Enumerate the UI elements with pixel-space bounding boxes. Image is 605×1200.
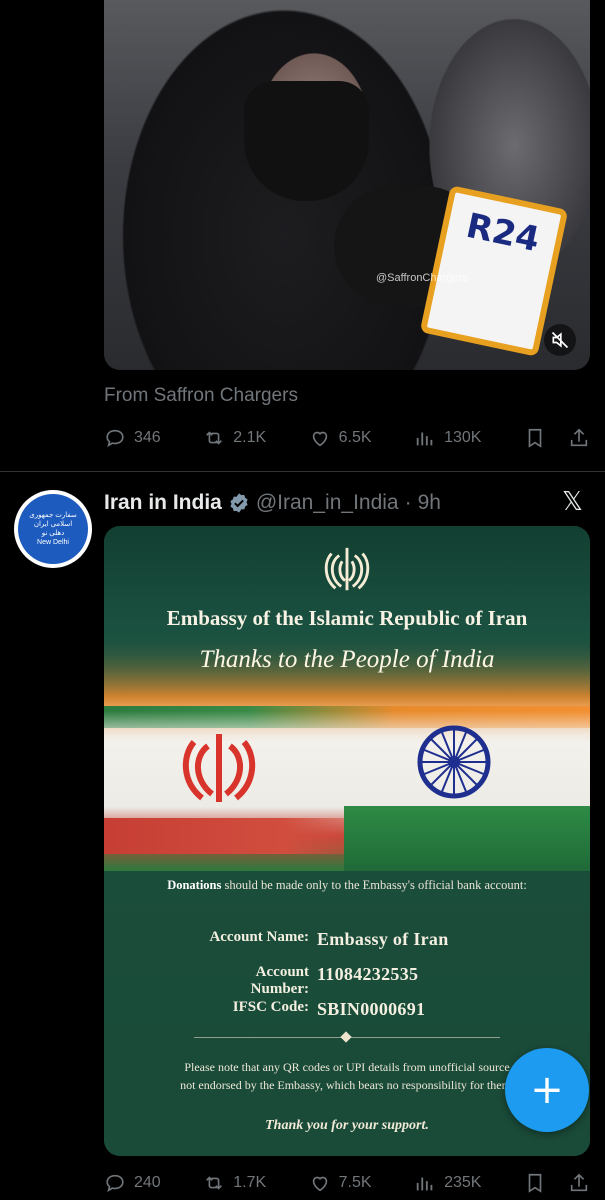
repost-button[interactable]: 1.7K [203, 1172, 266, 1194]
like-button[interactable]: 6.5K [309, 427, 372, 449]
account-number-row: Account Number: 11084232535 [104, 964, 590, 998]
iran-flag-emblem-icon [182, 734, 256, 802]
view-count: 235K [444, 1174, 482, 1191]
ashoka-chakra-icon [417, 725, 491, 799]
dot-separator: · [404, 491, 412, 514]
video-watermark: @SaffronChargers [376, 272, 468, 284]
reply-count: 240 [134, 1174, 161, 1191]
tweet2-action-bar: 240 1.7K 7.5K 235K [104, 1168, 590, 1198]
bookmark-button[interactable] [524, 1172, 546, 1194]
video-subject [244, 81, 369, 201]
plus-icon: + [530, 1067, 564, 1113]
ifsc-label: IFSC Code: [232, 999, 309, 1015]
mic-brand: R24 [462, 205, 543, 261]
account-name-value: Embassy of Iran [317, 929, 449, 949]
reply-count: 346 [134, 429, 161, 446]
ifsc-value: SBIN0000691 [317, 999, 426, 1019]
reply-button[interactable]: 240 [104, 1172, 161, 1194]
author-name[interactable]: Iran in India [104, 491, 222, 515]
views-button[interactable]: 235K [414, 1172, 481, 1194]
account-number-label: Account Number: [250, 964, 309, 997]
donation-note-rest: should be made only to the Embassy's off… [224, 878, 527, 892]
account-name-row: Account Name: Embassy of Iran [104, 929, 590, 950]
like-button[interactable]: 7.5K [309, 1172, 372, 1194]
views-button[interactable]: 130K [414, 427, 481, 449]
video-source-attribution: From Saffron Chargers [104, 385, 298, 406]
verified-badge-icon [228, 492, 250, 514]
x-logo-icon: 𝕏 [562, 487, 583, 517]
repost-icon [206, 431, 223, 445]
repost-icon [206, 1176, 223, 1190]
repost-button[interactable]: 2.1K [203, 427, 266, 449]
tweet1-action-bar: 346 2.1K 6.5K 130K [104, 423, 590, 453]
heart-icon [312, 1176, 327, 1192]
muted-speaker-icon [551, 331, 569, 349]
disclaimer: Please note that any QR codes or UPI det… [144, 1058, 550, 1094]
donation-note: Donations should be made only to the Emb… [104, 878, 590, 893]
share-button[interactable] [568, 427, 590, 449]
compose-button[interactable]: + [505, 1048, 589, 1132]
share-icon [570, 1173, 588, 1192]
views-chart-icon [416, 1177, 433, 1191]
views-chart-icon [416, 432, 433, 446]
reply-icon [106, 429, 124, 448]
donation-note-bold: Donations [167, 878, 222, 892]
seal-text-bottom: New Delhi [37, 539, 69, 546]
reply-button[interactable]: 346 [104, 427, 161, 449]
repost-count: 2.1K [233, 429, 267, 446]
author-handle[interactable]: @Iran_in_India [256, 491, 399, 515]
seal-text-city: دهلی نو [41, 530, 65, 537]
mute-button[interactable] [544, 324, 576, 356]
author-avatar[interactable]: سفارت جمهوری اسلامی ایران دهلی نو New De… [14, 490, 92, 568]
reply-icon [106, 1174, 124, 1193]
disclaimer-line-1: Please note that any QR codes or UPI det… [184, 1060, 510, 1074]
ifsc-row: IFSC Code: SBIN0000691 [104, 999, 590, 1020]
tweet-divider [0, 471, 605, 472]
heart-icon [312, 431, 327, 447]
like-count: 6.5K [338, 429, 372, 446]
repost-count: 1.7K [233, 1174, 267, 1191]
bookmark-icon [528, 1173, 542, 1193]
tweet-time[interactable]: 9h [418, 491, 441, 515]
tweet-video[interactable]: R24 @SaffronChargers [104, 0, 590, 370]
account-name-label: Account Name: [209, 929, 309, 945]
embassy-seal: سفارت جمهوری اسلامی ایران دهلی نو New De… [18, 494, 88, 564]
disclaimer-line-2: not endorsed by the Embassy, which bears… [180, 1078, 514, 1092]
card-subtitle: Thanks to the People of India [199, 646, 495, 673]
bookmark-button[interactable] [524, 427, 546, 449]
tweet2-header: Iran in India @Iran_in_India · 9h [104, 488, 441, 518]
share-button[interactable] [568, 1172, 590, 1194]
share-icon [570, 428, 588, 447]
like-count: 7.5K [338, 1174, 372, 1191]
iran-emblem-icon [324, 547, 370, 591]
bookmark-icon [528, 428, 542, 448]
account-number-value: 11084232535 [317, 964, 419, 984]
card-title: Embassy of the Islamic Republic of Iran [166, 606, 528, 630]
view-count: 130K [444, 429, 482, 446]
seal-text-middle: سفارت جمهوری اسلامی ایران [29, 512, 77, 528]
india-flag-green [344, 806, 590, 871]
